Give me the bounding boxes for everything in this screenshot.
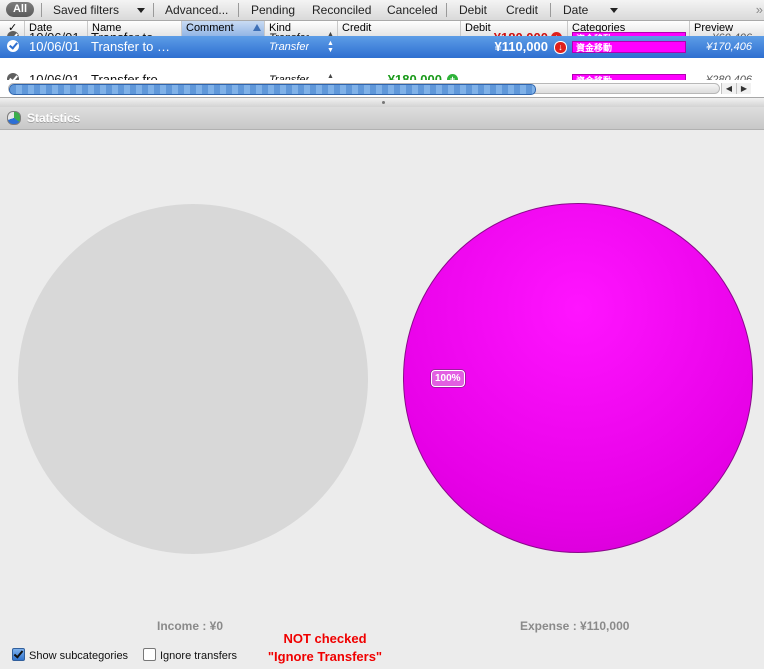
income-total-label: Income : ¥0 <box>157 619 224 633</box>
row-preview: ¥170,406 <box>706 41 752 53</box>
horizontal-scroll-thumb[interactable] <box>9 84 536 95</box>
expense-percentage-label: 100% <box>431 370 465 387</box>
filter-pending[interactable]: Pending <box>251 3 295 17</box>
kind-stepper-icon[interactable]: ▲▼ <box>327 40 334 54</box>
annotation-line-1: NOT checked <box>283 631 367 646</box>
more-filters-icon[interactable]: » <box>756 2 763 17</box>
horizontal-scrollbar-track: ◀ ▶ <box>0 80 764 97</box>
statistics-title: Statistics <box>27 111 81 125</box>
row-kind: Transfer <box>269 41 310 53</box>
ignore-transfers-label: Ignore transfers <box>160 650 238 662</box>
filter-canceled[interactable]: Canceled <box>387 3 438 17</box>
annotation-line-2: "Ignore Transfers" <box>267 649 383 664</box>
horizontal-scrollbar[interactable] <box>8 83 720 95</box>
statistics-panel: 100% Income : ¥0 Expense : ¥110,000 Show… <box>0 130 764 669</box>
saved-filters-menu[interactable]: Saved filters <box>53 3 146 17</box>
checkbox-unchecked-icon[interactable] <box>143 648 156 661</box>
annotation-note: NOT checked "Ignore Transfers" <box>250 630 400 666</box>
filter-debit[interactable]: Debit <box>459 3 487 17</box>
filter-separator <box>41 3 42 17</box>
chevron-down-icon <box>137 8 146 14</box>
advanced-filter-button[interactable]: Advanced... <box>165 3 228 17</box>
checkbox-checked-icon[interactable] <box>12 648 25 661</box>
filter-separator <box>446 3 447 17</box>
show-subcategories-checkbox[interactable]: Show subcategories <box>12 648 128 662</box>
chevron-down-icon <box>610 8 619 14</box>
filter-bar: All Saved filters Advanced... Pending Re… <box>0 0 764 21</box>
status-check-icon[interactable] <box>7 40 19 52</box>
filter-separator <box>153 3 154 17</box>
scroll-left-button[interactable]: ◀ <box>721 83 736 94</box>
date-filter-menu[interactable]: Date <box>563 3 619 17</box>
pie-chart-icon <box>7 111 21 125</box>
show-subcategories-label: Show subcategories <box>29 650 129 662</box>
saved-filters-label: Saved filters <box>53 3 120 17</box>
divider-grip-icon <box>382 101 385 104</box>
row-date: 10/06/01 <box>29 39 80 54</box>
row-name: Transfer to … <box>91 39 170 54</box>
filter-reconciled[interactable]: Reconciled <box>312 3 371 17</box>
date-filter-label: Date <box>563 3 589 17</box>
table-row-selected[interactable]: 10/06/01 Transfer to … Transfer ▲ ▼ ¥110,… <box>0 36 764 58</box>
category-badge[interactable]: 資金移動 <box>572 41 686 53</box>
row-debit: ¥110,000 <box>494 39 548 54</box>
expense-total-label: Expense : ¥110,000 <box>520 619 630 633</box>
debit-down-icon: ↓ <box>554 41 567 54</box>
transactions-table: ✓ Date Name Comment Kind Credit Debit Ca… <box>0 21 764 97</box>
income-pie-chart <box>18 204 368 554</box>
filter-all-button[interactable]: All <box>6 2 34 17</box>
statistics-header: Statistics <box>0 107 764 130</box>
scroll-right-button[interactable]: ▶ <box>736 83 751 94</box>
filter-separator <box>550 3 551 17</box>
filter-credit[interactable]: Credit <box>506 3 538 17</box>
filter-separator <box>238 3 239 17</box>
ignore-transfers-checkbox[interactable]: Ignore transfers <box>143 648 237 662</box>
